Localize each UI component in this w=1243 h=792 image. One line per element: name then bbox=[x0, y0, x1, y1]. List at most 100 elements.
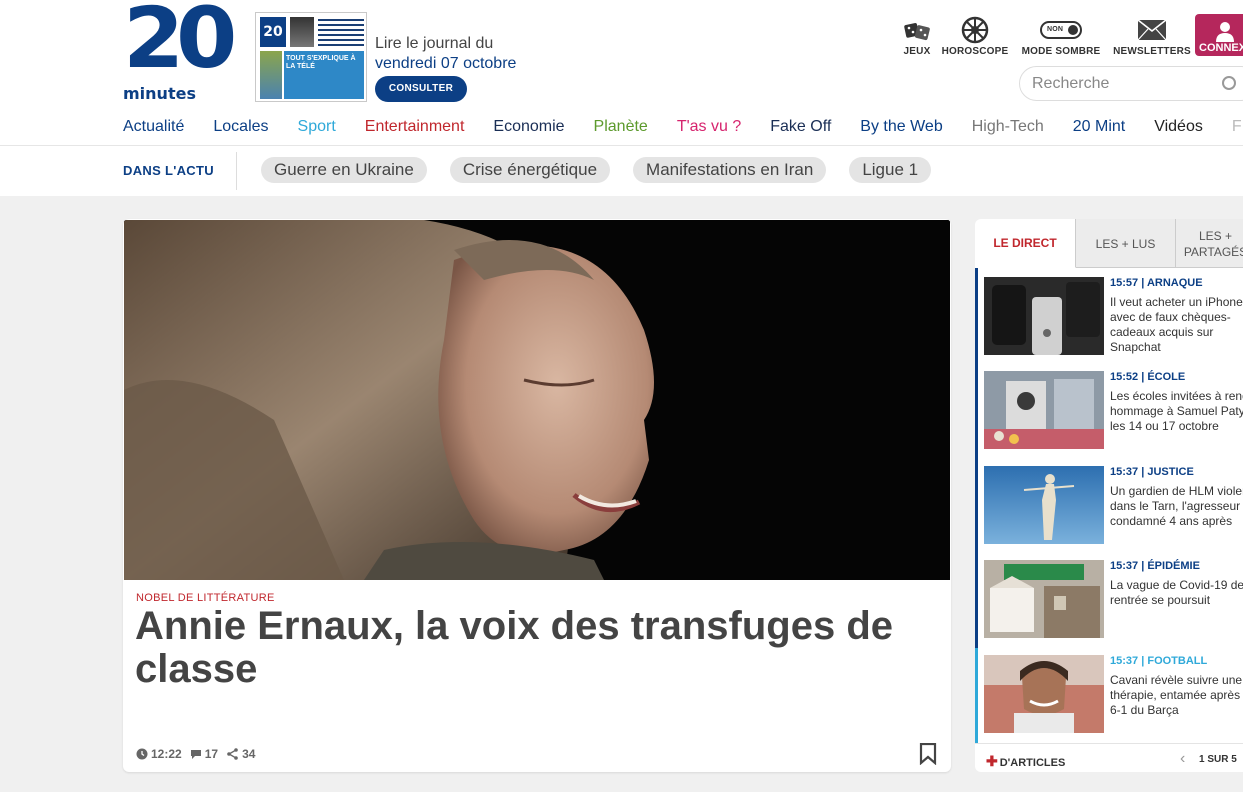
nav-item-20-mint[interactable]: 20 Mint bbox=[1073, 117, 1125, 137]
news-thumbnail bbox=[984, 655, 1104, 733]
logo-word: minutes bbox=[123, 84, 196, 103]
journal-cover-side-image bbox=[260, 51, 282, 99]
site-header: 20 minutes 20 TOUT S'EXPLIQUE À LA TÉLÉ … bbox=[0, 0, 1243, 145]
article-shares[interactable]: 34 bbox=[226, 747, 255, 761]
nav-item-sport[interactable]: Sport bbox=[298, 117, 336, 137]
tab-les-plus-partages[interactable]: LES + PARTAGÉS bbox=[1176, 219, 1243, 268]
live-timeline-sport bbox=[975, 648, 978, 743]
list-item[interactable]: 15:57 | ARNAQUE Il veut acheter un iPhon… bbox=[984, 277, 1243, 357]
news-category: ARNAQUE bbox=[1146, 277, 1203, 289]
news-time: 15:37 bbox=[1110, 466, 1139, 478]
list-item[interactable]: 15:37 | FOOTBALL Cavani révèle suivre un… bbox=[984, 655, 1243, 735]
nav-item-planete[interactable]: Planète bbox=[594, 117, 648, 137]
trending-bar: DANS L'ACTU Guerre en Ukraine Crise éner… bbox=[0, 145, 1243, 196]
featured-article-photo[interactable] bbox=[124, 220, 950, 580]
news-thumbnail bbox=[984, 277, 1104, 355]
news-time: 15:37 bbox=[1110, 655, 1139, 667]
main-nav: Actualité Locales Sport Entertainment Ec… bbox=[123, 117, 1243, 137]
list-item[interactable]: 15:37 | ÉPIDÉMIE La vague de Covid-19 de… bbox=[984, 560, 1243, 640]
article-comments-count: 17 bbox=[204, 747, 219, 761]
news-category: JUSTICE bbox=[1147, 466, 1194, 478]
newsletters-label: NEWSLETTERS bbox=[1113, 46, 1191, 57]
nav-item-tas-vu[interactable]: T'as vu ? bbox=[677, 117, 741, 137]
dark-mode-toggle[interactable]: NON MODE SOMBRE bbox=[1019, 15, 1103, 57]
featured-article-card[interactable]: NOBEL DE LITTÉRATURE Annie Ernaux, la vo… bbox=[123, 219, 951, 772]
nav-item-videos[interactable]: Vidéos bbox=[1154, 117, 1203, 137]
search-icon[interactable] bbox=[1222, 76, 1236, 90]
bookmark-icon[interactable] bbox=[919, 742, 937, 770]
nav-item-economie[interactable]: Economie bbox=[493, 117, 564, 137]
news-text: Les écoles invitées à rendre hommage à S… bbox=[1110, 389, 1243, 433]
zodiac-wheel-icon bbox=[940, 15, 1010, 45]
pagination-indicator: 1 SUR 5 bbox=[1199, 754, 1237, 765]
article-time: 12:22 bbox=[136, 747, 182, 761]
news-text: Cavani révèle suivre une thérapie, entam… bbox=[1110, 673, 1243, 717]
user-icon bbox=[1195, 14, 1243, 42]
news-category: FOOTBALL bbox=[1147, 655, 1208, 667]
consult-journal-button[interactable]: CONSULTER bbox=[375, 76, 467, 102]
news-time: 15:37 bbox=[1110, 560, 1139, 572]
envelope-icon bbox=[1112, 15, 1192, 45]
live-timeline bbox=[975, 268, 978, 648]
tab-le-direct[interactable]: LE DIRECT bbox=[975, 219, 1076, 268]
share-icon bbox=[227, 748, 238, 760]
chevron-left-icon[interactable]: ‹ bbox=[1180, 750, 1185, 768]
horoscope-link[interactable]: HOROSCOPE bbox=[940, 15, 1010, 57]
journal-date: vendredi 07 octobre bbox=[375, 55, 517, 72]
trending-label: DANS L'ACTU bbox=[123, 163, 214, 178]
article-kicker: NOBEL DE LITTÉRATURE bbox=[136, 592, 275, 604]
journal-cover-logo: 20 bbox=[260, 17, 286, 47]
nav-item-locales[interactable]: Locales bbox=[213, 117, 268, 137]
search-input[interactable]: Recherche bbox=[1019, 66, 1243, 101]
dark-mode-label: MODE SOMBRE bbox=[1021, 46, 1101, 57]
nav-item-by-the-web[interactable]: By the Web bbox=[860, 117, 942, 137]
dice-icon bbox=[902, 15, 932, 45]
live-news-panel: LE DIRECT LES + LUS LES + PARTAGÉS 15:57… bbox=[975, 219, 1243, 772]
clock-icon bbox=[136, 748, 148, 760]
article-time-value: 12:22 bbox=[151, 747, 182, 761]
logo-number: 20 bbox=[123, 0, 237, 87]
trending-divider bbox=[236, 152, 237, 190]
article-shares-count: 34 bbox=[242, 747, 256, 761]
news-text: La vague de Covid-19 de la rentrée se po… bbox=[1110, 578, 1243, 607]
more-articles-link[interactable]: ✚ D'ARTICLES bbox=[986, 753, 1065, 770]
nav-item-truncated[interactable]: F bbox=[1232, 117, 1242, 137]
journal-cover-photo bbox=[290, 17, 314, 47]
trending-chip[interactable]: Guerre en Ukraine bbox=[261, 157, 427, 183]
nav-item-actualite[interactable]: Actualité bbox=[123, 117, 184, 137]
list-item[interactable]: 15:37 | JUSTICE Un gardien de HLM violen… bbox=[984, 466, 1243, 546]
trending-chip[interactable]: Ligue 1 bbox=[849, 157, 932, 183]
news-category: ÉPIDÉMIE bbox=[1147, 560, 1200, 572]
news-thumbnail bbox=[984, 466, 1104, 544]
newsletters-link[interactable]: NEWSLETTERS bbox=[1112, 15, 1192, 57]
journal-cover-thumbnail[interactable]: 20 TOUT S'EXPLIQUE À LA TÉLÉ bbox=[255, 12, 367, 102]
tab-les-plus-lus[interactable]: LES + LUS bbox=[1076, 219, 1176, 268]
journal-cover-headline: TOUT S'EXPLIQUE À LA TÉLÉ bbox=[286, 55, 356, 70]
nav-item-high-tech[interactable]: High-Tech bbox=[972, 117, 1044, 137]
news-category: ÉCOLE bbox=[1147, 371, 1186, 383]
article-title[interactable]: Annie Ernaux, la voix des transfuges de … bbox=[135, 605, 915, 691]
panel-footer: ✚ D'ARTICLES ‹ 1 SUR 5 bbox=[975, 743, 1243, 772]
news-thumbnail bbox=[984, 560, 1104, 638]
comment-icon bbox=[190, 750, 201, 759]
site-logo[interactable]: 20 minutes bbox=[123, 0, 237, 103]
login-label: CONNEX bbox=[1199, 42, 1243, 54]
search-placeholder: Recherche bbox=[1032, 75, 1110, 92]
list-item[interactable]: 15:52 | ÉCOLE Les écoles invitées à rend… bbox=[984, 371, 1243, 451]
article-comments[interactable]: 17 bbox=[190, 747, 218, 761]
nav-item-entertainment[interactable]: Entertainment bbox=[365, 117, 465, 137]
article-meta: 12:22 17 34 bbox=[136, 747, 263, 761]
nav-item-fake-off[interactable]: Fake Off bbox=[770, 117, 831, 137]
games-link[interactable]: JEUX bbox=[902, 15, 932, 57]
news-thumbnail bbox=[984, 371, 1104, 449]
horoscope-label: HOROSCOPE bbox=[941, 46, 1009, 57]
journal-cover-text-lines bbox=[318, 19, 364, 47]
news-time: 15:57 bbox=[1110, 277, 1139, 289]
news-time: 15:52 bbox=[1110, 371, 1139, 383]
toggle-switch[interactable]: NON bbox=[1040, 21, 1082, 39]
login-button[interactable]: CONNEX bbox=[1195, 14, 1243, 56]
news-text: Un gardien de HLM violenté dans le Tarn,… bbox=[1110, 484, 1243, 528]
games-label: JEUX bbox=[903, 46, 931, 57]
trending-chip[interactable]: Manifestations en Iran bbox=[633, 157, 827, 183]
trending-chip[interactable]: Crise énergétique bbox=[449, 157, 611, 183]
